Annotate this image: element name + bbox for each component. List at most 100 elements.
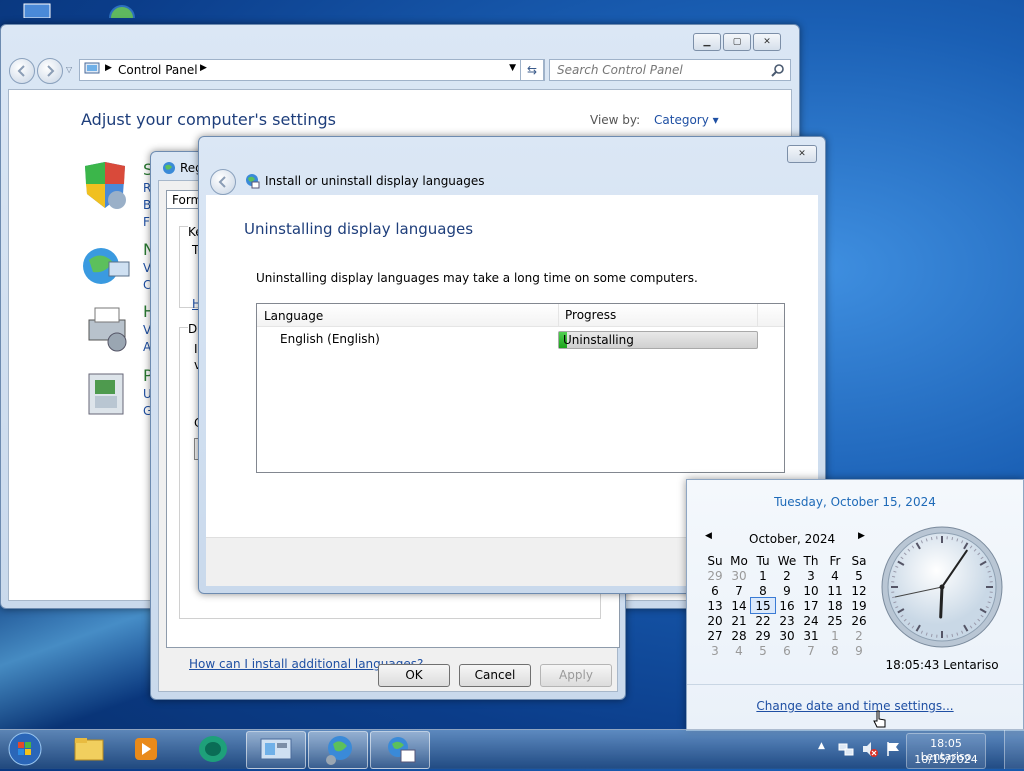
breadcrumb-arrow-icon[interactable]: ▶ bbox=[200, 63, 207, 73]
calendar-day[interactable]: 12 bbox=[847, 583, 871, 598]
calendar-day[interactable]: 7 bbox=[727, 583, 751, 598]
apply-button[interactable]: Apply bbox=[540, 664, 612, 687]
calendar-day[interactable]: 29 bbox=[751, 628, 775, 643]
calendar-month-label[interactable]: October, 2024 bbox=[749, 532, 835, 546]
search-input[interactable]: Search Control Panel bbox=[549, 59, 791, 81]
calendar-day[interactable]: 3 bbox=[799, 568, 823, 583]
desktop-icon-globe[interactable] bbox=[100, 0, 148, 18]
calendar-day[interactable]: 20 bbox=[703, 613, 727, 628]
languages-list[interactable]: Language Progress English (English) Unin… bbox=[256, 303, 785, 473]
shield-icon[interactable] bbox=[79, 160, 139, 214]
column-progress[interactable]: Progress bbox=[558, 304, 616, 326]
calendar-day[interactable]: 30 bbox=[727, 568, 751, 583]
column-language[interactable]: Language bbox=[264, 309, 323, 323]
calendar-day[interactable]: 30 bbox=[775, 628, 799, 643]
close-button[interactable]: ✕ bbox=[787, 145, 817, 163]
calendar-day[interactable]: 31 bbox=[799, 628, 823, 643]
next-month-icon[interactable]: ▶ bbox=[858, 531, 865, 541]
calendar-day[interactable]: 25 bbox=[823, 613, 847, 628]
show-desktop-button[interactable] bbox=[1004, 730, 1024, 769]
weekday-header: Fr bbox=[823, 553, 847, 568]
network-globe-icon[interactable] bbox=[79, 240, 139, 294]
volume-muted-icon[interactable] bbox=[861, 740, 879, 758]
clock-tick bbox=[892, 576, 895, 577]
flyout-date-header[interactable]: Tuesday, October 15, 2024 bbox=[687, 495, 1023, 509]
calendar-day[interactable]: 23 bbox=[775, 613, 799, 628]
recent-pages-chevron-icon[interactable]: ▽ bbox=[66, 65, 72, 74]
forward-button[interactable] bbox=[37, 58, 63, 84]
calendar-day[interactable]: 4 bbox=[727, 643, 751, 658]
previous-month-icon[interactable]: ◀ bbox=[705, 531, 712, 541]
printer-icon[interactable] bbox=[79, 302, 139, 356]
ok-button[interactable]: OK bbox=[378, 664, 450, 687]
calendar-day[interactable]: 6 bbox=[703, 583, 727, 598]
calendar-day[interactable]: 27 bbox=[703, 628, 727, 643]
taskbar-explorer[interactable] bbox=[60, 731, 118, 767]
calendar-day[interactable]: 24 bbox=[799, 613, 823, 628]
calendar-day[interactable]: 8 bbox=[751, 583, 775, 598]
calendar-day[interactable]: 3 bbox=[703, 643, 727, 658]
calendar-day[interactable]: 14 bbox=[727, 598, 751, 613]
change-date-time-link[interactable]: Change date and time settings... bbox=[687, 699, 1023, 713]
calendar-day[interactable]: 9 bbox=[847, 643, 871, 658]
calendar-day[interactable]: 8 bbox=[823, 643, 847, 658]
dialog-heading: Uninstalling display languages bbox=[244, 220, 473, 238]
calendar-day[interactable]: 16 bbox=[775, 598, 799, 613]
calendar-day[interactable]: 17 bbox=[799, 598, 823, 613]
calendar-day[interactable]: 28 bbox=[727, 628, 751, 643]
taskbar-language-setup[interactable] bbox=[308, 731, 368, 769]
close-button[interactable]: ✕ bbox=[753, 33, 781, 51]
taskbar-control-panel[interactable] bbox=[246, 731, 306, 769]
calendar-day[interactable]: 19 bbox=[847, 598, 871, 613]
address-text[interactable]: Control Panel bbox=[118, 63, 198, 77]
desktop-icon-computer[interactable] bbox=[16, 0, 64, 18]
network-icon[interactable] bbox=[837, 740, 855, 758]
back-button[interactable] bbox=[210, 169, 236, 195]
calendar-day[interactable]: 7 bbox=[799, 643, 823, 658]
calendar-day[interactable]: 29 bbox=[703, 568, 727, 583]
minimize-button[interactable]: ▁ bbox=[693, 33, 721, 51]
start-orb[interactable] bbox=[6, 731, 44, 767]
tray-clock[interactable]: 18:05 Lentariso 10/15/2024 bbox=[906, 733, 986, 769]
search-icon[interactable] bbox=[771, 63, 785, 77]
refresh-button[interactable]: ⇆ bbox=[520, 59, 544, 81]
clock-tick bbox=[931, 634, 932, 637]
address-dropdown-icon[interactable]: ▼ bbox=[509, 63, 516, 73]
calendar-grid: SuMoTuWeThFrSa 2930123456789101112131415… bbox=[703, 553, 871, 658]
calendar-week: 13141516171819 bbox=[703, 598, 871, 613]
calendar-day[interactable]: 11 bbox=[823, 583, 847, 598]
calendar-week: 20212223242526 bbox=[703, 613, 871, 628]
view-by-dropdown[interactable]: Category ▾ bbox=[654, 113, 719, 127]
calendar-day[interactable]: 22 bbox=[751, 613, 775, 628]
taskbar-media-player[interactable] bbox=[118, 731, 176, 767]
calendar-day[interactable]: 10 bbox=[799, 583, 823, 598]
dialog-description: Uninstalling display languages may take … bbox=[256, 271, 698, 285]
calendar-day[interactable]: 21 bbox=[727, 613, 751, 628]
calendar-day[interactable]: 18 bbox=[823, 598, 847, 613]
calendar-day[interactable]: 5 bbox=[751, 643, 775, 658]
tray-date: 10/15/2024 bbox=[907, 753, 985, 766]
action-center-flag-icon[interactable] bbox=[885, 740, 903, 758]
programs-icon[interactable] bbox=[79, 366, 139, 420]
calendar-day-today[interactable]: 15 bbox=[751, 598, 775, 613]
cancel-button[interactable]: Cancel bbox=[459, 664, 531, 687]
calendar-day[interactable]: 9 bbox=[775, 583, 799, 598]
taskbar-app-globe[interactable] bbox=[184, 731, 242, 767]
calendar-day[interactable]: 1 bbox=[823, 628, 847, 643]
back-button[interactable] bbox=[9, 58, 35, 84]
calendar-day[interactable]: 13 bbox=[703, 598, 727, 613]
calendar-day[interactable]: 5 bbox=[847, 568, 871, 583]
view-by-label: View by: bbox=[590, 113, 640, 127]
search-placeholder: Search Control Panel bbox=[557, 63, 683, 77]
calendar-day[interactable]: 4 bbox=[823, 568, 847, 583]
calendar-day[interactable]: 2 bbox=[775, 568, 799, 583]
calendar-day[interactable]: 2 bbox=[847, 628, 871, 643]
taskbar-region-settings[interactable] bbox=[370, 731, 430, 769]
address-bar[interactable]: ▶ Control Panel ▶ ▼ bbox=[79, 59, 545, 81]
calendar-day[interactable]: 6 bbox=[775, 643, 799, 658]
calendar-day[interactable]: 1 bbox=[751, 568, 775, 583]
calendar-day[interactable]: 26 bbox=[847, 613, 871, 628]
show-hidden-icons-icon[interactable]: ▲ bbox=[818, 741, 825, 751]
breadcrumb-arrow-icon[interactable]: ▶ bbox=[105, 63, 112, 73]
maximize-button[interactable]: ▢ bbox=[723, 33, 751, 51]
